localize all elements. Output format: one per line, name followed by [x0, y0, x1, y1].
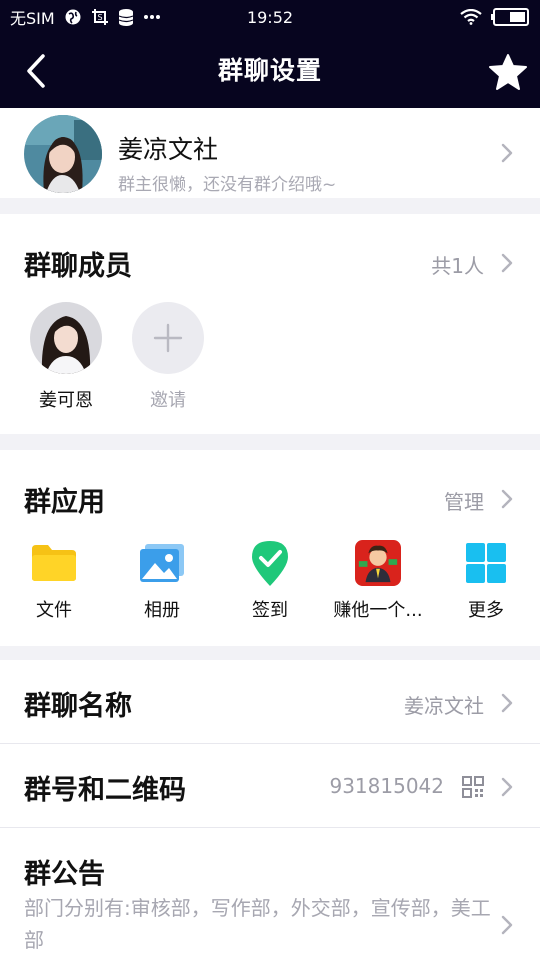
app-album[interactable]: 相册 [108, 540, 216, 622]
group-code-value: 931815042 [329, 774, 444, 798]
chevron-right-icon [501, 693, 513, 713]
group-profile-row[interactable]: 姜凉文社 群主很懒，还没有群介绍哦~ [0, 108, 540, 198]
group-code-label: 群号和二维码 [24, 775, 186, 806]
group-notice-text: 部门分别有:审核部，写作部，外交部，宣传部，美工部 [24, 896, 491, 952]
chevron-right-icon[interactable] [500, 252, 514, 274]
group-name-value: 姜凉文社 [404, 694, 484, 718]
carrier-label: 无SIM [10, 9, 55, 28]
chevron-right-icon [501, 777, 513, 797]
chevron-right-icon [501, 143, 513, 163]
group-apps-section: 群应用 管理 文件 相册 签到 赚他一个... 更多 [0, 450, 540, 646]
app-label: 赚他一个... [333, 600, 423, 621]
invite-circle [132, 302, 204, 374]
nav-bar: 群聊设置 [0, 34, 540, 108]
globe-icon [64, 8, 82, 26]
qr-code-icon [462, 776, 484, 798]
favorite-button[interactable] [486, 50, 530, 94]
game-character-icon [355, 540, 401, 586]
screenshot-icon: S [91, 8, 109, 26]
chevron-right-icon [501, 915, 513, 935]
app-label: 签到 [252, 600, 288, 621]
folder-icon [31, 540, 77, 586]
check-in-icon [247, 540, 293, 586]
group-name: 姜凉文社 [118, 135, 219, 164]
group-avatar [24, 115, 102, 193]
group-code-row[interactable]: 群号和二维码 931815042 [0, 744, 540, 828]
app-more[interactable]: 更多 [432, 540, 540, 622]
app-label: 更多 [468, 600, 504, 621]
members-section: 群聊成员 共1人 姜可恩 邀请 [0, 214, 540, 434]
grid-icon [463, 540, 509, 586]
member-name: 姜可恩 [39, 390, 93, 411]
more-dots-icon [143, 14, 161, 20]
app-label: 相册 [144, 600, 180, 621]
group-name-row[interactable]: 群聊名称 姜凉文社 [0, 660, 540, 744]
battery-icon [490, 8, 530, 26]
storage-icon [118, 8, 134, 26]
group-notice-row[interactable]: 群公告 部门分别有:审核部，写作部，外交部，宣传部，美工部 [0, 828, 540, 960]
wifi-icon [460, 9, 482, 25]
page-title: 群聊设置 [217, 56, 322, 85]
plus-icon [153, 323, 183, 353]
chevron-right-icon[interactable] [500, 488, 514, 510]
member-item[interactable]: 姜可恩 [21, 302, 111, 412]
star-icon [489, 54, 527, 90]
status-right [460, 8, 530, 26]
app-game[interactable]: 赚他一个... [324, 540, 432, 622]
members-title: 群聊成员 [24, 251, 132, 282]
group-notice-label: 群公告 [24, 859, 105, 890]
apps-title: 群应用 [24, 487, 105, 518]
member-avatar [30, 302, 102, 374]
invite-label: 邀请 [150, 390, 186, 411]
status-bar: 无SIM S 19:52 [0, 0, 540, 34]
group-name-label: 群聊名称 [24, 691, 132, 722]
app-label: 文件 [36, 600, 72, 621]
svg-text:S: S [97, 13, 102, 22]
status-left: 无SIM S [10, 5, 161, 29]
group-intro: 群主很懒，还没有群介绍哦~ [118, 175, 337, 195]
app-checkin[interactable]: 签到 [216, 540, 324, 622]
apps-manage-link[interactable]: 管理 [444, 486, 484, 515]
member-count[interactable]: 共1人 [431, 250, 484, 279]
app-files[interactable]: 文件 [0, 540, 108, 622]
invite-button[interactable]: 邀请 [123, 302, 213, 412]
photo-album-icon [139, 540, 185, 586]
